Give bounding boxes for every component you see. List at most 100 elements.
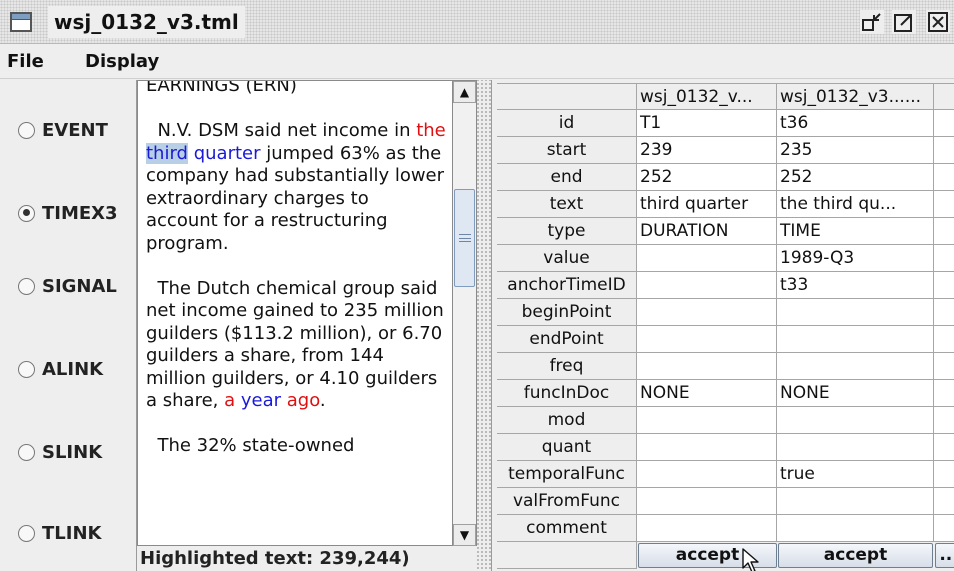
table-cell[interactable] <box>777 515 934 542</box>
table-cell[interactable] <box>777 299 934 326</box>
highlighted-timex-third[interactable]: third <box>146 142 188 164</box>
scrollbar-thumb[interactable] <box>454 189 475 287</box>
table-cell[interactable] <box>637 353 777 380</box>
column-header[interactable] <box>934 83 954 110</box>
pane-splitter[interactable] <box>477 80 491 571</box>
table-cell[interactable] <box>637 515 777 542</box>
table-cell[interactable] <box>934 110 954 137</box>
table-row: comment <box>497 515 954 542</box>
table-cell[interactable]: t33 <box>777 272 934 299</box>
table-cell[interactable] <box>934 434 954 461</box>
table-cell[interactable] <box>637 488 777 515</box>
row-header: beginPoint <box>497 299 637 326</box>
table-cell[interactable] <box>934 299 954 326</box>
table-cell[interactable]: 252 <box>777 164 934 191</box>
table-cell[interactable]: T1 <box>637 110 777 137</box>
radio-signal[interactable]: SIGNAL <box>18 274 117 298</box>
row-header: endPoint <box>497 326 637 353</box>
radio-label: TLINK <box>42 522 102 544</box>
radio-label: EVENT <box>42 119 108 141</box>
document-text-area[interactable]: EARNINGS (ERN) N.V. DSM said net income … <box>137 80 453 546</box>
table-cell[interactable] <box>934 353 954 380</box>
table-cell[interactable] <box>934 164 954 191</box>
radio-button-icon <box>18 443 35 461</box>
table-cell[interactable]: 235 <box>777 137 934 164</box>
close-icon[interactable] <box>926 10 950 34</box>
table-cell[interactable] <box>934 326 954 353</box>
table-row: id T1 t36 <box>497 110 954 137</box>
table-cell[interactable] <box>934 407 954 434</box>
event-tag-the[interactable]: the <box>416 120 446 141</box>
column-header[interactable]: wsj_0132_v3...... <box>777 83 934 110</box>
table-cell[interactable] <box>637 299 777 326</box>
table-cell[interactable]: NONE <box>777 380 934 407</box>
maximize-icon[interactable] <box>892 10 916 34</box>
table-cell[interactable]: NONE <box>637 380 777 407</box>
table-row: funcInDoc NONE NONE <box>497 380 954 407</box>
table-cell[interactable] <box>777 326 934 353</box>
table-row: quant <box>497 434 954 461</box>
radio-timex3[interactable]: TIMEX3 <box>18 201 118 225</box>
table-cell[interactable] <box>934 488 954 515</box>
radio-label: SLINK <box>42 441 103 463</box>
table-row: value 1989-Q3 <box>497 245 954 272</box>
highlight-status: Highlighted text: 239,244) <box>137 546 477 571</box>
radio-button-icon <box>18 121 35 139</box>
accept-button[interactable]: accept <box>778 543 933 568</box>
radio-alink[interactable]: ALINK <box>18 357 103 381</box>
radio-event[interactable]: EVENT <box>18 118 108 142</box>
timex-tag-quarter[interactable]: quarter <box>194 143 261 164</box>
table-cell[interactable] <box>637 272 777 299</box>
text-scrollbar[interactable]: ▲ ▼ <box>453 80 477 546</box>
radio-slink[interactable]: SLINK <box>18 440 102 464</box>
table-cell[interactable]: DURATION <box>637 218 777 245</box>
table-cell[interactable] <box>777 488 934 515</box>
table-cell[interactable] <box>637 245 777 272</box>
table-cell[interactable]: third quarter <box>637 191 777 218</box>
table-cell[interactable] <box>777 434 934 461</box>
event-tag-ago[interactable]: ago <box>287 390 320 411</box>
table-row: start 239 235 <box>497 137 954 164</box>
table-cell[interactable] <box>637 326 777 353</box>
minimize-icon[interactable] <box>860 10 884 34</box>
more-button[interactable]: ... <box>935 543 954 568</box>
row-header: mod <box>497 407 637 434</box>
document-text[interactable]: EARNINGS (ERN) N.V. DSM said net income … <box>146 81 446 480</box>
row-header: freq <box>497 353 637 380</box>
table-cell[interactable] <box>934 245 954 272</box>
radio-tlink[interactable]: TLINK <box>18 521 101 545</box>
table-cell[interactable] <box>934 137 954 164</box>
mouse-cursor-icon <box>742 548 759 571</box>
table-cell[interactable] <box>637 434 777 461</box>
menu-file[interactable]: File <box>7 51 44 72</box>
table-cell[interactable] <box>934 191 954 218</box>
table-cell[interactable] <box>934 380 954 407</box>
table-cell[interactable]: 1989-Q3 <box>777 245 934 272</box>
table-header-row: wsj_0132_v... wsj_0132_v3...... <box>497 83 954 110</box>
table-cell[interactable]: true <box>777 461 934 488</box>
table-row: end 252 252 <box>497 164 954 191</box>
menu-display[interactable]: Display <box>85 51 159 72</box>
title-bar[interactable]: wsj_0132_v3.tml <box>0 0 954 44</box>
table-cell[interactable]: TIME <box>777 218 934 245</box>
table-cell[interactable] <box>777 353 934 380</box>
table-cell[interactable] <box>637 461 777 488</box>
table-cell[interactable] <box>934 272 954 299</box>
table-cell[interactable]: 252 <box>637 164 777 191</box>
scroll-down-icon[interactable]: ▼ <box>453 524 476 546</box>
table-cell[interactable] <box>637 407 777 434</box>
table-cell[interactable] <box>934 515 954 542</box>
window-menu-icon[interactable] <box>10 12 32 32</box>
table-cell[interactable] <box>934 461 954 488</box>
table-cell[interactable]: t36 <box>777 110 934 137</box>
menu-bar: File Display <box>0 45 954 79</box>
table-cell[interactable] <box>934 218 954 245</box>
table-cell[interactable]: 239 <box>637 137 777 164</box>
event-tag-a[interactable]: a <box>224 390 235 411</box>
scroll-up-icon[interactable]: ▲ <box>453 81 476 103</box>
table-corner-header <box>497 83 637 110</box>
table-cell[interactable] <box>777 407 934 434</box>
table-cell[interactable]: the third qu... <box>777 191 934 218</box>
timex-tag-year[interactable]: year <box>241 390 281 411</box>
column-header[interactable]: wsj_0132_v... <box>637 83 777 110</box>
